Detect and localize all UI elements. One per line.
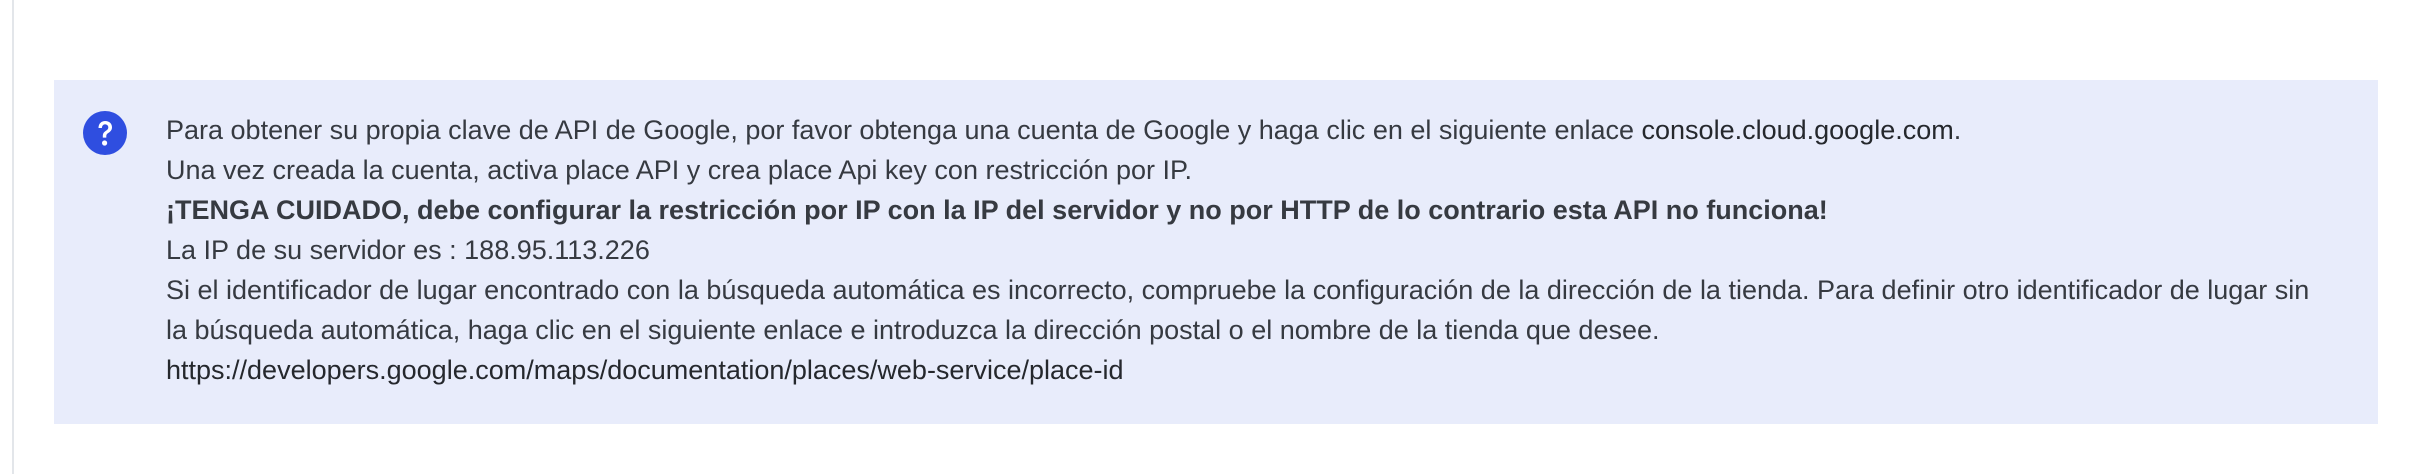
info-alert: Para obtener su propia clave de API de G…: [54, 80, 2378, 424]
google-console-link[interactable]: console.cloud.google.com: [1642, 115, 1954, 145]
question-circle-icon: [82, 110, 128, 156]
activation-instructions: Una vez creada la cuenta, activa place A…: [166, 155, 1193, 185]
page: g Para obtener su propia clave de API de…: [0, 0, 2410, 474]
server-ip-text: La IP de su servidor es : 188.95.113.226: [166, 235, 650, 265]
content-left-border: [12, 0, 14, 474]
api-key-instructions-end: .: [1953, 115, 1962, 145]
api-key-instructions-text: Para obtener su propia clave de API de G…: [166, 115, 1642, 145]
ip-restriction-warning: ¡TENGA CUIDADO, debe configurar la restr…: [166, 195, 1828, 225]
api-key-instructions: Para obtener su propia clave de API de G…: [166, 110, 2318, 150]
alert-message: Para obtener su propia clave de API de G…: [166, 110, 2318, 390]
place-id-instructions: Si el identificador de lugar encontrado …: [166, 275, 2310, 345]
place-id-documentation-link[interactable]: https://developers.google.com/maps/docum…: [166, 355, 1124, 385]
